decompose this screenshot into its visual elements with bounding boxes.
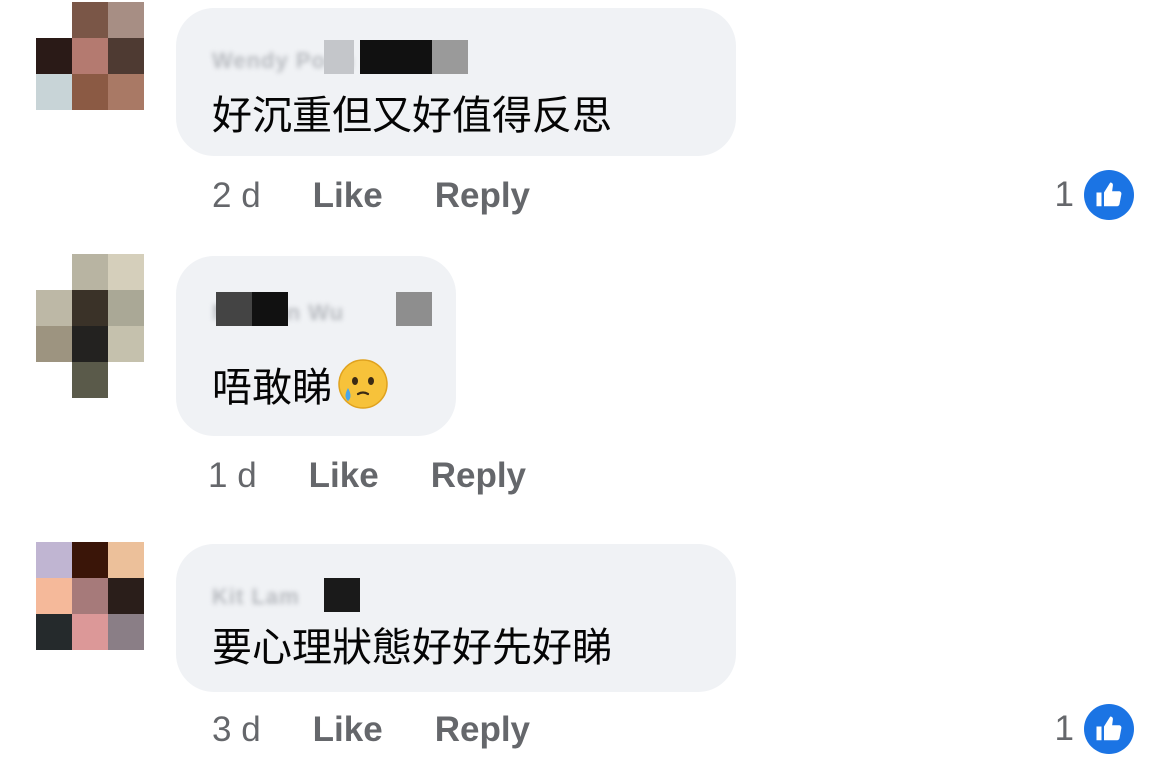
avatar[interactable] xyxy=(36,542,144,650)
avatar-pixel xyxy=(108,614,144,650)
avatar-pixel xyxy=(36,578,72,614)
reaction-count: 1 xyxy=(1054,709,1074,748)
avatar-pixel xyxy=(72,614,108,650)
comment-text: 要心理狀態好好先好睇 xyxy=(212,616,612,672)
avatar-pixel xyxy=(108,542,144,578)
comment-timestamp[interactable]: 3 d xyxy=(212,710,261,750)
avatar-pixel xyxy=(36,614,72,650)
author-name[interactable]: Kit Lam xyxy=(212,584,300,610)
comment: Kit Lam 要心理狀態好好先好睇 3 d Like Reply 1 xyxy=(0,0,1170,759)
thumbs-up-icon xyxy=(1084,704,1134,754)
avatar-pixel xyxy=(108,578,144,614)
comment-author[interactable]: Kit Lam xyxy=(212,574,360,612)
comment-bubble: Kit Lam 要心理狀態好好先好睇 xyxy=(176,544,736,692)
avatar-pixel xyxy=(72,542,108,578)
avatar-pixel xyxy=(72,578,108,614)
avatar-pixel xyxy=(36,542,72,578)
reaction-summary[interactable]: 1 xyxy=(1055,702,1134,756)
comment-actions: 3 d Like Reply xyxy=(212,706,582,754)
redaction-block xyxy=(324,578,360,612)
reply-button[interactable]: Reply xyxy=(435,710,530,750)
like-button[interactable]: Like xyxy=(313,710,383,750)
comment-text-content: 要心理狀態好好先好睇 xyxy=(212,625,612,671)
